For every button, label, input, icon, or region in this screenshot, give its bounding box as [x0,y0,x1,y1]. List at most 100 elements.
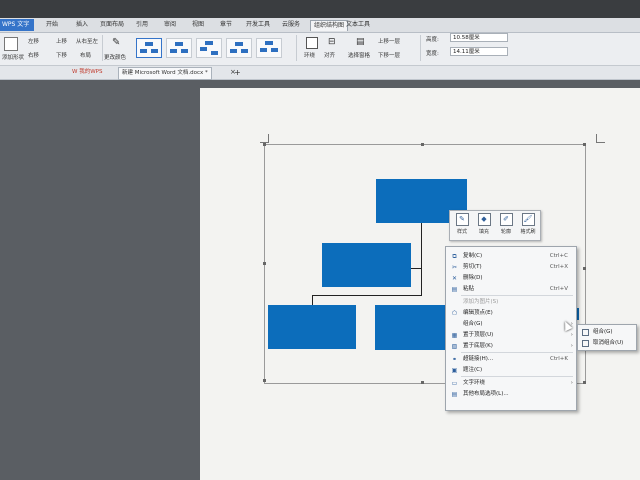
context-menu-shortcut: Ctrl+V [549,286,568,292]
surround-button[interactable]: 环绕 [304,51,315,59]
tab-review[interactable]: 审阅 [164,20,176,30]
org-shape-middle[interactable] [375,305,447,350]
paste-icon: ▤ [451,286,458,293]
new-tab-button[interactable]: + [234,67,241,78]
context-menu-item-label: 粘贴 [463,286,475,292]
org-shape-assistant[interactable] [322,243,411,287]
resize-handle[interactable] [263,143,266,146]
crop-mark [260,134,269,143]
height-value: 10.58厘米 [453,35,480,41]
context-menu-item[interactable]: ✂ 剪切(T) Ctrl+X [446,262,576,273]
resize-handle[interactable] [263,262,266,265]
format-painter-label: 格式刷 [520,229,536,235]
tab-view[interactable]: 视图 [192,20,204,30]
layout-style-5[interactable] [256,38,282,58]
tab-home-page[interactable]: W 我的WPS [72,67,102,78]
context-menu-item-label: 题注(C) [463,367,483,373]
context-menu-item[interactable]: ✕ 删除(D) [446,273,576,284]
layout-style-2[interactable] [166,38,192,58]
layout-style-1[interactable] [136,38,162,58]
outline-icon: ✐ [499,213,513,226]
resize-handle[interactable] [583,381,586,384]
submenu-item-ungroup[interactable]: 取消组合(U) [578,338,636,349]
send-backward-button[interactable]: 下移一层 [378,51,400,59]
context-menu-shortcut: Ctrl+C [549,253,568,259]
right-to-left-button[interactable]: 从右至左 [76,37,98,45]
caption-icon: ▣ [451,367,458,374]
resize-handle[interactable] [583,143,586,146]
resize-handle[interactable] [421,381,424,384]
tab-home[interactable]: 开始 [46,20,58,30]
resize-handle[interactable] [421,143,424,146]
context-menu-item-label: 组合(G) [463,321,483,327]
context-menu-item-label: 删除(D) [463,275,483,281]
submenu-item-group[interactable]: 组合(G) [578,327,636,338]
tab-document-label: 新建 Microsoft Word 文档.docx * [122,70,208,76]
bring-forward-button[interactable]: 上移一层 [378,37,400,45]
context-menu-item[interactable]: ▭ 文字环绕 › [446,378,576,389]
add-shape-icon [4,37,18,51]
tab-text-tools[interactable]: 文本工具 [346,20,370,30]
tab-cloud[interactable]: 云服务 [282,20,300,30]
connector-line [312,295,422,296]
crop-mark [596,134,605,143]
down-shift-button[interactable]: 下移 [56,51,67,59]
up-shift-button[interactable]: 上移 [56,37,67,45]
context-menu-item[interactable]: ▤ 粘贴 Ctrl+V [446,284,576,295]
format-painter-button[interactable]: 🖌 格式刷 [518,213,538,235]
context-menu-item[interactable]: ▤ 其他布局选项(L)... [446,389,576,400]
ribbon-divider [102,35,103,61]
tab-document[interactable]: 新建 Microsoft Word 文档.docx * [118,67,212,80]
right-shift-button[interactable]: 右移 [28,51,39,59]
tab-chapter[interactable]: 章节 [220,20,232,30]
context-menu-item-label: 复制(C) [463,253,483,259]
context-menu-item-label: 编辑顶点(E) [463,310,493,316]
height-input[interactable]: 10.58厘米 [450,33,508,42]
height-label: 高度: [426,37,439,43]
layout-style-3[interactable] [196,38,222,58]
org-shape-left[interactable] [268,305,356,349]
group-submenu: 组合(G) 取消组合(U) [577,324,637,351]
tab-page-layout[interactable]: 页面布局 [100,20,124,30]
context-menu-item[interactable]: ▦ 置于顶层(U) › [446,330,576,341]
context-menu: ⧉ 复制(C) Ctrl+C ✂ 剪切(T) Ctrl+X ✕ 删除(D) ▤ 粘贴 Ctrl+V 添… [445,246,577,411]
mini-toolbar: ✎ 样式 ◆ 填充 ✐ 轮廓 🖌 格式刷 [449,210,541,241]
width-label: 宽度: [426,51,439,57]
tab-references[interactable]: 引用 [136,20,148,30]
left-shift-button[interactable]: 左移 [28,37,39,45]
fill-button[interactable]: ◆ 填充 [474,213,494,235]
layout-style-4[interactable] [226,38,252,58]
tab-developer[interactable]: 开发工具 [246,20,270,30]
bring-front-icon: ▦ [451,332,458,339]
outline-button[interactable]: ✐ 轮廓 [496,213,516,235]
blank-icon [451,299,458,306]
change-color-icon: ✎ [112,37,121,48]
context-menu-item[interactable]: ⧉ 复制(C) Ctrl+C [446,251,576,262]
context-menu-item-label: 置于顶层(U) [463,332,494,338]
context-menu-item[interactable]: 添加为图片(S) [446,297,576,308]
style-icon: ✎ [455,213,469,226]
layout-button[interactable]: 布局 [80,51,91,59]
resize-handle[interactable] [263,379,266,382]
change-color-button[interactable]: 更改颜色 [104,53,126,61]
context-menu-item[interactable]: ⬠ 编辑顶点(E) [446,308,576,319]
context-menu-item[interactable]: ⚭ 超链接(H)... Ctrl+K [446,354,576,365]
resize-handle[interactable] [583,267,586,270]
context-menu-item-label: 超链接(H)... [463,356,494,362]
context-menu-item[interactable]: 组合(G) › [446,319,576,330]
send-back-icon: ▧ [451,343,458,350]
tab-org-chart[interactable]: 组织结构图 [310,20,349,31]
app-menu-button[interactable]: WPS 文字 [0,19,34,31]
width-input[interactable]: 14.11厘米 [450,47,508,56]
tab-insert[interactable]: 插入 [76,20,88,30]
format-painter-icon: 🖌 [521,213,535,226]
cut-icon: ✂ [451,264,458,271]
add-shape-button[interactable]: 添加形状 [2,53,24,61]
context-menu-item[interactable]: ▣ 题注(C) [446,365,576,376]
submenu-arrow-icon: › [570,332,573,338]
style-button[interactable]: ✎ 样式 [452,213,472,235]
selection-pane-button[interactable]: 选择窗格 [348,51,370,59]
context-menu-item[interactable]: ▧ 置于底层(K) › [446,341,576,352]
context-menu-shortcut: Ctrl+X [549,264,568,270]
align-button[interactable]: 对齐 [324,51,335,59]
